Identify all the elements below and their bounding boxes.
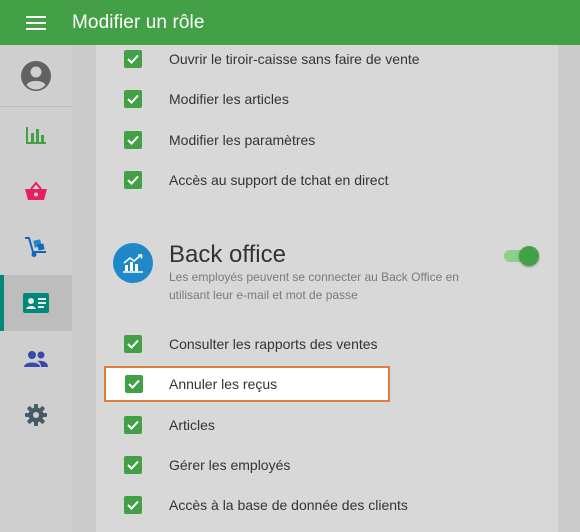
sidebar-item-avatar[interactable] xyxy=(0,45,72,107)
sidebar-item-reports[interactable] xyxy=(0,107,72,163)
people-icon xyxy=(24,351,48,367)
checkbox-checked[interactable] xyxy=(124,456,142,474)
sidebar-item-inventory[interactable] xyxy=(0,219,72,275)
checkbox-checked[interactable] xyxy=(124,90,142,108)
page-title: Modifier un rôle xyxy=(72,11,205,33)
check-icon xyxy=(127,54,139,64)
sidebar-item-settings[interactable] xyxy=(0,387,72,443)
menu-button[interactable] xyxy=(0,0,72,45)
account-circle-icon xyxy=(21,60,51,91)
checkbox-checked[interactable] xyxy=(124,416,142,434)
check-icon xyxy=(127,135,139,145)
back-office-icon-badge xyxy=(113,243,153,283)
check-icon xyxy=(128,379,140,389)
permission-label: Modifier les paramètres xyxy=(169,132,316,148)
role-card: Ouvrir le tiroir-caisse sans faire de ve… xyxy=(96,45,558,532)
permission-row[interactable]: Modifier les paramètres xyxy=(96,120,558,160)
check-icon xyxy=(127,175,139,185)
gear-icon xyxy=(25,404,47,426)
permission-row[interactable]: Gérer les employés xyxy=(96,445,558,485)
app-bar: Modifier un rôle xyxy=(0,0,580,45)
check-icon xyxy=(127,460,139,470)
dolly-icon xyxy=(25,237,46,257)
id-card-icon xyxy=(23,293,49,313)
checkbox-checked[interactable] xyxy=(124,50,142,68)
toggle-thumb xyxy=(519,246,539,266)
sidebar-item-employees[interactable] xyxy=(0,275,72,331)
permission-label: Accès au support de tchat en direct xyxy=(169,172,389,188)
permission-label: Gérer les employés xyxy=(169,457,291,473)
permission-row[interactable]: Ouvrir le tiroir-caisse sans faire de ve… xyxy=(96,45,558,79)
check-icon xyxy=(127,94,139,104)
check-icon xyxy=(127,420,139,430)
checkbox-checked[interactable] xyxy=(124,335,142,353)
back-office-toggle[interactable] xyxy=(504,245,540,267)
sidebar xyxy=(0,45,72,532)
permission-label: Consulter les rapports des ventes xyxy=(169,336,378,352)
sidebar-item-customers[interactable] xyxy=(0,331,72,387)
main-content: Ouvrir le tiroir-caisse sans faire de ve… xyxy=(72,45,580,532)
permission-row[interactable]: Accès au support de tchat en direct xyxy=(96,160,558,200)
checkbox-checked[interactable] xyxy=(124,131,142,149)
section-description: Les employés peuvent se connecter au Bac… xyxy=(169,270,459,302)
checkbox-checked[interactable] xyxy=(124,171,142,189)
permission-label: Accès à la base de donnée des clients xyxy=(169,497,408,513)
check-icon xyxy=(127,339,139,349)
basket-icon xyxy=(25,181,47,200)
bar-chart-icon xyxy=(26,127,46,144)
permission-label: Annuler les reçus xyxy=(169,376,278,392)
section-title: Back office xyxy=(169,241,286,268)
permission-row[interactable]: Consulter les rapports des ventes xyxy=(96,324,558,364)
permission-row[interactable]: Modifier les articles xyxy=(96,79,558,119)
permission-label: Articles xyxy=(169,417,215,433)
sidebar-item-sales[interactable] xyxy=(0,163,72,219)
permission-label: Ouvrir le tiroir-caisse sans faire de ve… xyxy=(169,51,420,67)
permission-row[interactable]: Accès à la base de donnée des clients xyxy=(96,485,558,525)
analytics-icon xyxy=(123,254,143,273)
check-icon xyxy=(127,500,139,510)
checkbox-checked[interactable] xyxy=(124,496,142,514)
permission-label: Modifier les articles xyxy=(169,91,289,107)
checkbox-checked[interactable] xyxy=(125,375,143,393)
hamburger-menu-icon xyxy=(26,15,46,30)
permission-row[interactable]: Articles xyxy=(96,405,558,445)
